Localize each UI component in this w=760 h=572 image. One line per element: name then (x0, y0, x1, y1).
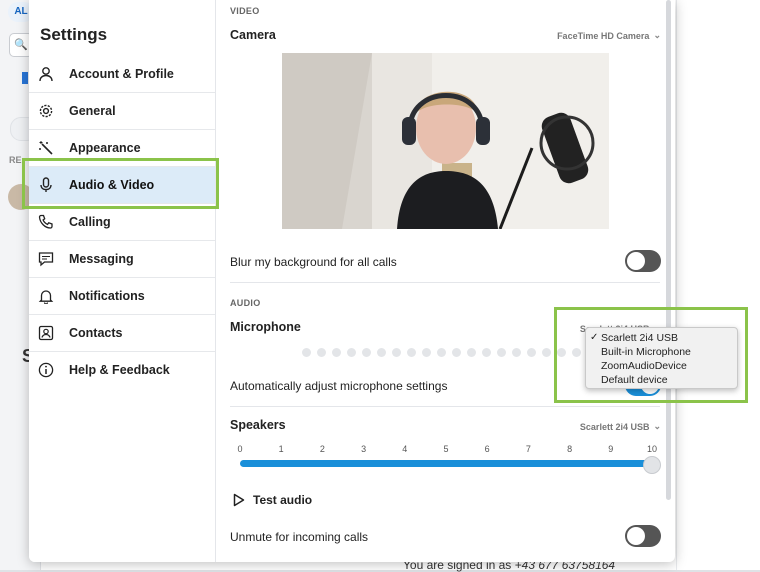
test-audio-label: Test audio (253, 493, 313, 507)
magic-wand-icon (38, 140, 54, 156)
volume-scale: 0 1 2 3 4 5 6 7 8 9 10 (230, 444, 657, 456)
sidebar-item-label: Account & Profile (69, 67, 174, 81)
volume-tick-label: 10 (646, 444, 658, 454)
blur-background-toggle[interactable] (625, 250, 661, 272)
phone-icon (38, 214, 54, 230)
audio-section-label: AUDIO (230, 298, 261, 308)
unmute-incoming-toggle[interactable] (625, 525, 661, 547)
info-icon (38, 362, 54, 378)
sidebar-item-label: Appearance (69, 141, 141, 155)
volume-tick-label: 8 (567, 444, 573, 454)
chat-bubble-icon (38, 251, 54, 267)
volume-tick-label: 0 (237, 444, 243, 454)
sidebar-item-contacts[interactable]: Contacts (29, 315, 215, 352)
test-audio-button[interactable]: Test audio (233, 493, 312, 507)
scrollbar[interactable] (666, 0, 671, 500)
speaker-volume-slider-handle[interactable] (643, 456, 661, 474)
volume-tick-label: 2 (319, 444, 325, 454)
volume-tick-label: 5 (443, 444, 449, 454)
person-icon (38, 66, 54, 82)
settings-dialog: Settings Account & Profile General Appea… (29, 0, 675, 562)
volume-tick-label: 3 (361, 444, 367, 454)
highlight-box-microphone-dropdown (554, 307, 748, 403)
unmute-incoming-label: Unmute for incoming calls (230, 530, 369, 544)
audio-video-settings-panel: VIDEO Camera FaceTime HD Camera ⌄ Blur m… (216, 0, 675, 562)
chevron-down-icon: ⌄ (653, 30, 661, 40)
chevron-down-icon: ⌄ (653, 421, 661, 431)
microphone-level-meter (302, 348, 581, 357)
camera-preview (282, 53, 609, 229)
divider (230, 406, 660, 407)
auto-adjust-mic-label: Automatically adjust microphone settings (230, 379, 448, 393)
volume-scale-labels: 0 1 2 3 4 5 6 7 8 9 10 (230, 444, 657, 456)
sidebar-item-label: General (69, 104, 116, 118)
background-app-main (676, 0, 760, 570)
toggle-knob (627, 527, 645, 545)
blur-background-label: Blur my background for all calls (230, 255, 397, 269)
chats-tab-icon[interactable] (22, 72, 28, 84)
volume-tick-label: 6 (484, 444, 490, 454)
speakers-device-select[interactable]: Scarlett 2i4 USB ⌄ (580, 421, 661, 432)
toggle-knob (627, 252, 645, 270)
camera-device-value: FaceTime HD Camera (557, 30, 650, 41)
sidebar-item-general[interactable]: General (29, 93, 215, 130)
sidebar-item-label: Contacts (69, 326, 123, 340)
sidebar-item-notifications[interactable]: Notifications (29, 278, 215, 315)
microphone-label: Microphone (230, 320, 301, 334)
sidebar-item-label: Help & Feedback (69, 363, 170, 377)
sidebar-item-messaging[interactable]: Messaging (29, 241, 215, 278)
camera-label: Camera (230, 28, 276, 42)
contact-card-icon (38, 325, 54, 341)
sidebar-item-label: Notifications (69, 289, 145, 303)
recent-chats-label: RE (9, 155, 22, 165)
camera-device-select[interactable]: FaceTime HD Camera ⌄ (557, 30, 661, 41)
camera-preview-image (282, 53, 609, 229)
gear-icon (38, 103, 54, 119)
volume-tick-label: 7 (525, 444, 531, 454)
sidebar-item-account-profile[interactable]: Account & Profile (29, 56, 215, 93)
speakers-device-value: Scarlett 2i4 USB (579, 421, 650, 432)
speaker-volume-track[interactable] (240, 460, 652, 467)
highlight-box-audio-video (22, 158, 219, 209)
settings-title: Settings (40, 25, 108, 44)
play-icon (233, 493, 245, 507)
volume-tick-label: 1 (278, 444, 284, 454)
sidebar-item-calling[interactable]: Calling (29, 204, 215, 241)
sidebar-item-help-feedback[interactable]: Help & Feedback (29, 352, 215, 388)
sidebar-item-label: Calling (69, 215, 111, 229)
volume-tick-label: 9 (608, 444, 614, 454)
video-section-label: VIDEO (230, 6, 260, 16)
sidebar-item-label: Messaging (69, 252, 134, 266)
speakers-label: Speakers (230, 418, 286, 432)
settings-sidebar: Settings Account & Profile General Appea… (29, 0, 216, 562)
divider (230, 282, 660, 283)
bell-icon (38, 288, 54, 304)
volume-tick-label: 4 (402, 444, 408, 454)
